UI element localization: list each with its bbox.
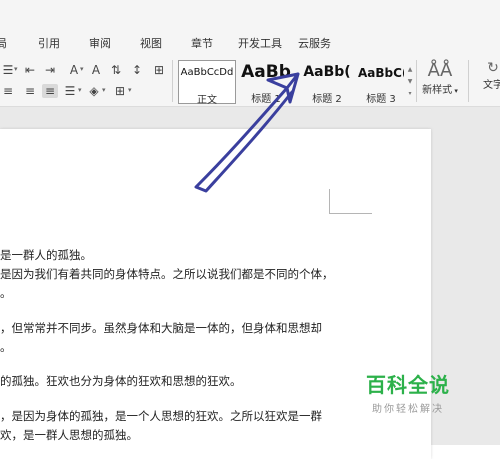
tab-view[interactable]: 视图 [140,35,162,51]
style-preview: AaBb [241,62,291,82]
gallery-scroll[interactable]: ▲ ▼ ▾ [406,64,414,100]
ribbon-toolbar: ☰ ▾ ⇤ ⇥ A ▾ A ⇅ ↕ ⊞ ≡ ≡ ≡ ☰ ▾ ◈ ▾ ⊞ ▾ Aa… [0,56,500,107]
style-heading-1[interactable]: AaBb 标题 1 [236,60,296,105]
menu-tab-bar: 局 引用 审阅 视图 章节 开发工具 云服务 [0,0,500,56]
style-label: 标题 1 [251,94,281,105]
paragraph-line: 是因为我们有着共同的身体特点。之所以说我们都是不同的个体， [0,267,334,281]
divider [468,60,469,102]
expand-icon[interactable]: ▾ [406,88,414,100]
style-label: 正文 [197,95,217,106]
chevron-down-icon[interactable]: ▾ [78,86,82,94]
paragraph-line: 。 [0,286,12,300]
chevron-down-icon[interactable]: ▼ [406,76,414,88]
chinese-layout-icon[interactable]: A [88,63,104,77]
tab-developer-tools[interactable]: 开发工具 [238,35,282,51]
tab-layout[interactable]: 局 [0,35,7,51]
style-preview: AaBbC( [358,66,404,80]
new-style-icon: ÅÅ [427,60,453,81]
chevron-down-icon[interactable]: ▾ [128,86,132,94]
new-style-button[interactable]: ÅÅ 新样式 ▾ [418,60,462,104]
align-left-icon[interactable]: ≡ [0,84,16,98]
text-tool-button[interactable]: ↻ 文字 [478,60,500,104]
style-normal[interactable]: AaBbCcDd 正文 [178,60,236,106]
tab-section[interactable]: 章节 [191,35,213,51]
paragraph-line: 欢，是一群人思想的孤独。 [0,428,138,442]
divider [172,60,173,102]
text-tool-icon: ↻ [487,60,499,76]
divider [416,60,417,102]
paragraph-line: 是一群人的孤独。 [0,248,92,262]
style-preview: AaBbCcDd [180,67,234,78]
chevron-up-icon[interactable]: ▲ [406,64,414,76]
line-spacing-icon[interactable]: ☰ [62,84,78,98]
chevron-down-icon[interactable]: ▾ [80,65,84,73]
text-tool-label: 文字 [483,80,500,91]
style-heading-2[interactable]: AaBb( 标题 2 [296,60,358,105]
watermark-subtitle: 助你轻松解决 [372,404,444,415]
shading-icon[interactable]: ◈ [86,84,102,98]
new-style-label: 新样式 [422,85,453,96]
margin-corner-mark [329,189,372,214]
align-justify-icon[interactable]: ≡ [42,84,58,98]
tab-review[interactable]: 审阅 [89,35,111,51]
align-center-icon[interactable]: ≡ [22,84,38,98]
paragraph-line: ，是因为身体的孤独，是一个人思想的狂欢。之所以狂欢是一群 [0,409,322,423]
chevron-down-icon[interactable]: ▾ [102,86,106,94]
tab-cloud-service[interactable]: 云服务 [298,35,331,51]
indent-increase-icon[interactable]: ⇥ [42,63,58,77]
chevron-down-icon: ▾ [452,87,458,95]
style-heading-3[interactable]: AaBbC( 标题 3 [358,60,404,105]
show-marks-icon[interactable]: ⊞ [151,63,167,77]
style-label: 标题 3 [366,94,396,105]
style-preview: AaBb( [303,64,351,80]
sort-icon[interactable]: ⇅ [108,63,124,77]
chevron-down-icon[interactable]: ▾ [14,65,18,73]
watermark-title: 百科全说 [366,373,450,397]
paragraph-line: 。 [0,340,12,354]
watermark: 百科全说 助你轻松解决 [343,369,473,415]
paragraph-line: 的孤独。狂欢也分为身体的狂欢和思想的狂欢。 [0,374,242,388]
style-label: 标题 2 [312,94,342,105]
paragraph-line: ，但常常并不同步。虽然身体和大脑是一体的，但身体和思想却 [0,321,322,335]
sort-icon[interactable]: ↕ [129,63,145,77]
borders-icon[interactable]: ⊞ [112,84,128,98]
indent-decrease-icon[interactable]: ⇤ [22,63,38,77]
tab-references[interactable]: 引用 [38,35,60,51]
